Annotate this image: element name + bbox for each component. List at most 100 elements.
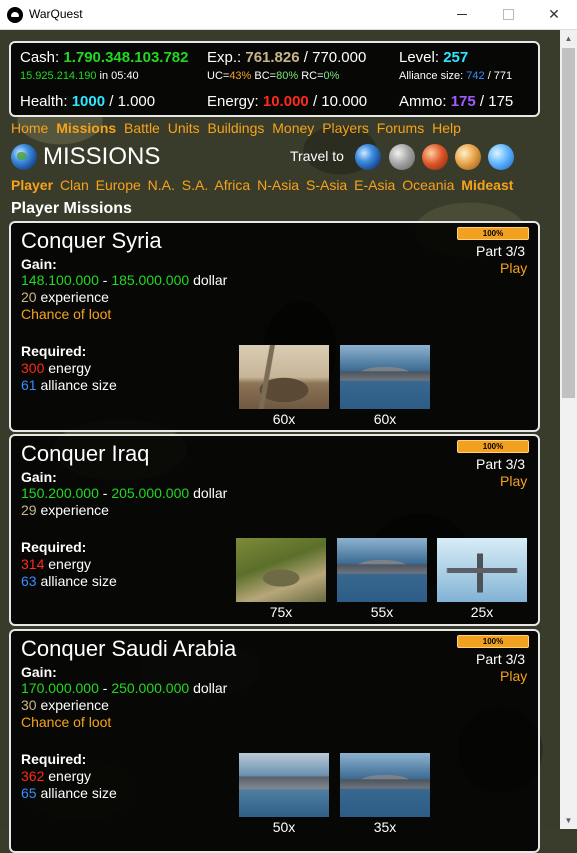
earth-globe-icon: [11, 144, 37, 170]
close-button[interactable]: ✕: [531, 0, 577, 29]
ship-image: [340, 345, 430, 409]
required-unit[interactable]: 25x: [437, 538, 527, 620]
required-energy-value: 362: [21, 768, 45, 784]
ammo-label: Ammo:: [399, 93, 447, 110]
energy-label: Energy:: [207, 93, 259, 110]
required-alliance-value: 61: [21, 377, 37, 393]
mission-card: Conquer Iraq 100% Part 3/3 Play Gain: 15…: [9, 434, 540, 626]
maximize-button[interactable]: [485, 0, 531, 29]
play-link[interactable]: Play: [500, 668, 527, 684]
required-energy-value: 314: [21, 556, 45, 572]
required-unit[interactable]: 75x: [236, 538, 326, 620]
mission-progress-bar: 100%: [457, 440, 529, 453]
region-s-asia[interactable]: S-Asia: [306, 177, 347, 193]
bonus-stats: UC=43% BC=80% RC=0%: [207, 70, 339, 82]
play-link[interactable]: Play: [500, 473, 527, 489]
energy-max: / 10.000: [312, 93, 368, 110]
energy-value: 10.000: [262, 93, 309, 110]
gain-unit: dollar: [193, 485, 228, 501]
gain-max: 250.000.000: [111, 680, 190, 696]
experience-value: 29: [21, 502, 37, 518]
loot-chance: Chance of loot: [21, 714, 112, 730]
main-menu: Home Missions Battle Units Buildings Mon…: [11, 120, 465, 136]
alliance-max: / 771: [487, 70, 513, 82]
region-na[interactable]: N.A.: [148, 177, 175, 193]
region-e-asia[interactable]: E-Asia: [354, 177, 395, 193]
level-label: Level:: [399, 49, 440, 66]
alliance-label: Alliance size:: [399, 70, 464, 82]
scroll-up-icon[interactable]: ▲: [560, 30, 577, 47]
play-link[interactable]: Play: [500, 260, 527, 276]
scrollbar-thumb[interactable]: [562, 48, 575, 398]
menu-forums[interactable]: Forums: [377, 120, 424, 136]
region-player[interactable]: Player: [11, 177, 53, 193]
vertical-scrollbar[interactable]: ▲ ▼: [560, 30, 577, 829]
uc-value: 43%: [229, 70, 252, 82]
gain-unit: dollar: [193, 272, 228, 288]
mission-name: Conquer Syria: [21, 228, 162, 253]
unit-count: 55x: [370, 604, 394, 620]
window-titlebar: WarQuest ✕: [0, 0, 577, 30]
region-africa[interactable]: Africa: [214, 177, 250, 193]
app-icon: [7, 7, 23, 23]
region-mideast[interactable]: Mideast: [461, 177, 513, 193]
gain-dash: -: [102, 272, 108, 288]
travel-earth-icon[interactable]: [355, 144, 381, 170]
gain-label: Gain:: [21, 469, 57, 485]
rc-value: 0%: [323, 70, 340, 82]
travel-neptune-icon[interactable]: [488, 144, 514, 170]
ammo-stat: Ammo: 175 / 175: [399, 93, 513, 110]
required-alliance-value: 63: [21, 573, 37, 589]
region-clan[interactable]: Clan: [60, 177, 89, 193]
mission-progress-bar: 100%: [457, 635, 529, 648]
gain-min: 150.200.000: [21, 485, 99, 501]
carrier-image: [239, 753, 329, 817]
gain-experience: 20 experience: [21, 289, 109, 305]
menu-units[interactable]: Units: [168, 120, 200, 136]
region-europe[interactable]: Europe: [96, 177, 141, 193]
required-energy-label: energy: [48, 768, 92, 784]
page-title: MISSIONS: [43, 143, 161, 170]
close-icon: ✕: [548, 6, 560, 22]
menu-money[interactable]: Money: [272, 120, 314, 136]
region-n-asia[interactable]: N-Asia: [257, 177, 299, 193]
region-oceania[interactable]: Oceania: [402, 177, 454, 193]
menu-buildings[interactable]: Buildings: [208, 120, 265, 136]
cash-income: 15.925.214.190 in 05:40: [20, 70, 139, 82]
mission-progress-bar: 100%: [457, 227, 529, 240]
required-label: Required:: [21, 343, 87, 359]
required-alliance: 65 alliance size: [21, 785, 117, 801]
unit-count: 50x: [272, 819, 296, 835]
unit-count: 75x: [269, 604, 293, 620]
required-unit[interactable]: 35x: [340, 753, 430, 835]
required-energy-label: energy: [48, 556, 92, 572]
travel-mars-icon[interactable]: [422, 144, 448, 170]
health-value: 1000: [71, 93, 106, 110]
gain-dash: -: [102, 485, 108, 501]
travel-venus-icon[interactable]: [455, 144, 481, 170]
experience-label: experience: [40, 502, 109, 518]
menu-home[interactable]: Home: [11, 120, 48, 136]
required-unit[interactable]: 60x: [239, 345, 329, 427]
scroll-down-icon[interactable]: ▼: [560, 812, 577, 829]
required-energy-value: 300: [21, 360, 45, 376]
required-unit[interactable]: 55x: [337, 538, 427, 620]
ship-image: [340, 753, 430, 817]
bc-value: 80%: [276, 70, 299, 82]
maximize-icon: [502, 9, 514, 20]
minimize-button[interactable]: [439, 0, 485, 29]
level-stat: Level: 257: [399, 49, 468, 66]
menu-missions[interactable]: Missions: [56, 120, 116, 136]
cash-income-timer: in 05:40: [99, 70, 139, 82]
menu-players[interactable]: Players: [322, 120, 369, 136]
menu-help[interactable]: Help: [432, 120, 461, 136]
howitzer-image: [236, 538, 326, 602]
required-energy-label: energy: [48, 360, 92, 376]
menu-battle[interactable]: Battle: [124, 120, 160, 136]
gain-label: Gain:: [21, 256, 57, 272]
exp-value: 761.826: [245, 49, 300, 66]
required-unit[interactable]: 50x: [239, 753, 329, 835]
required-unit[interactable]: 60x: [340, 345, 430, 427]
region-sa[interactable]: S.A.: [182, 177, 208, 193]
travel-moon-icon[interactable]: [389, 144, 415, 170]
